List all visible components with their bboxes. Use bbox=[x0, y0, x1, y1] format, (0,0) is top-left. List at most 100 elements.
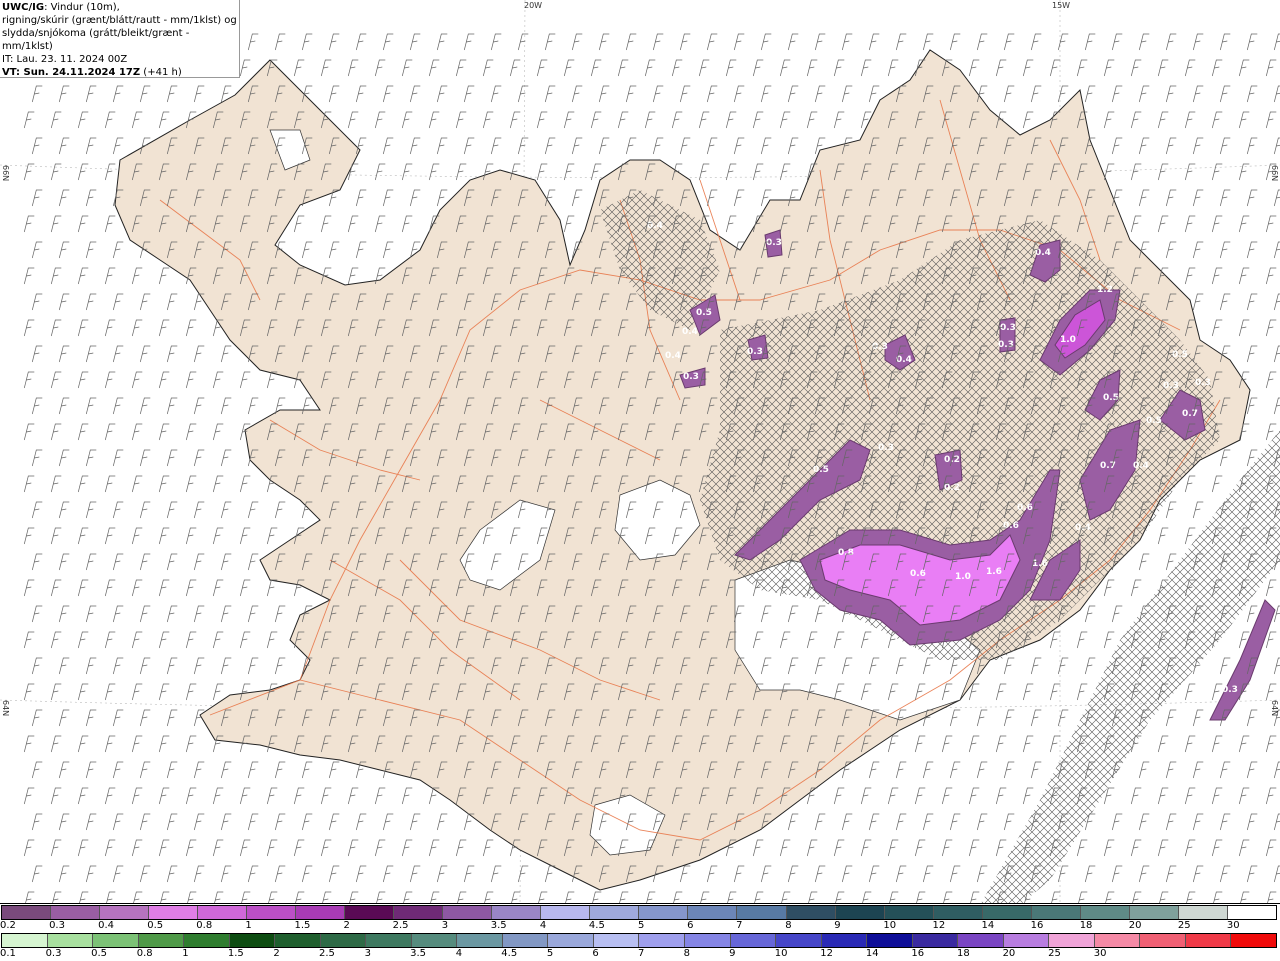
legend-swatch bbox=[1140, 934, 1186, 947]
legend-swatch bbox=[457, 934, 503, 947]
legend-label: 4.5 bbox=[501, 948, 518, 959]
weather-map: 0.4 0.3 0.4 1.2 0.5 0.4 0.3 0.3 0.3 0.4 … bbox=[0, 0, 1280, 905]
precip-label: 0.5 bbox=[813, 465, 829, 475]
legend-swatch bbox=[593, 934, 640, 947]
legend-swatch bbox=[320, 934, 367, 947]
legend-swatch bbox=[1003, 934, 1050, 947]
legend-label: 0.2 bbox=[0, 920, 16, 931]
legend-swatch bbox=[443, 906, 493, 919]
legend-swatch bbox=[1231, 934, 1276, 947]
grid-label-15w: 15W bbox=[1052, 1, 1071, 10]
legend-swatch bbox=[639, 934, 685, 947]
legend-swatch bbox=[366, 934, 412, 947]
precip-label: 0.6 bbox=[910, 569, 926, 579]
legend-swatch bbox=[51, 906, 101, 919]
precip-label: 0.4 bbox=[896, 355, 912, 365]
legend-swatch bbox=[502, 934, 549, 947]
legend-label: 0.5 bbox=[91, 948, 108, 959]
legend-label: 30 bbox=[1093, 948, 1107, 959]
valid-time: VT: Sun. 24.11.2024 17Z bbox=[2, 67, 141, 78]
legend-swatch bbox=[737, 906, 787, 919]
legend-swatch bbox=[1094, 934, 1141, 947]
legend-label: 0.8 bbox=[136, 948, 153, 959]
legend-swatch bbox=[1178, 906, 1228, 919]
legend-swatch bbox=[2, 934, 48, 947]
header-line1: : Vindur (10m), bbox=[44, 2, 120, 13]
precip-label: 0.5 bbox=[1172, 350, 1188, 360]
legend-swatch bbox=[1031, 906, 1081, 919]
legend-swatch bbox=[786, 906, 836, 919]
legend-label: 6 bbox=[687, 920, 694, 931]
grid-label-20w: 20W bbox=[524, 1, 543, 10]
snow-legend-row bbox=[1, 905, 1277, 920]
precip-label: 0.3 bbox=[1195, 378, 1211, 388]
legend-swatch bbox=[590, 906, 640, 919]
legend-swatch bbox=[492, 906, 542, 919]
legend-swatch bbox=[933, 906, 983, 919]
legend-swatch bbox=[1185, 934, 1232, 947]
legend-swatch bbox=[394, 906, 444, 919]
legend-swatch bbox=[229, 934, 276, 947]
legend-swatch bbox=[47, 934, 94, 947]
precip-label: 0.5 bbox=[696, 308, 712, 318]
precip-label: 1.0 bbox=[955, 572, 971, 582]
legend-label: 0.1 bbox=[0, 948, 16, 959]
legend-swatch bbox=[912, 934, 959, 947]
legend-label: 25 bbox=[1177, 920, 1191, 931]
legend-swatch bbox=[296, 906, 346, 919]
legend-label: 9 bbox=[729, 948, 736, 959]
precip-label: 0.7 bbox=[1100, 461, 1116, 471]
legend-swatch bbox=[275, 934, 321, 947]
legend-label: 25 bbox=[1048, 948, 1061, 959]
legend-label: 7 bbox=[638, 948, 645, 959]
legend-label: 2.5 bbox=[319, 948, 335, 959]
legend-swatch bbox=[1049, 934, 1095, 947]
legend-label: 4 bbox=[539, 920, 547, 931]
legend-label: 0.5 bbox=[147, 920, 164, 931]
precip-label: 0.6 bbox=[1017, 503, 1033, 513]
header-line2: rigning/skúrir (grænt/blátt/rautt - mm/1… bbox=[2, 15, 237, 26]
grid-label-left-64n: 64N bbox=[1, 700, 10, 717]
legend-label: 0.4 bbox=[98, 920, 115, 931]
precip-label: 0.6 bbox=[1003, 521, 1019, 531]
legend-label: 2.5 bbox=[392, 920, 409, 931]
legend-swatch bbox=[247, 906, 297, 919]
legend-label: 1.5 bbox=[227, 948, 244, 959]
legend-label: 3 bbox=[441, 920, 449, 931]
legend-label: 7 bbox=[736, 920, 743, 931]
legend-label: 1 bbox=[245, 920, 252, 931]
legend-label: 0.3 bbox=[49, 920, 65, 931]
precip-label: 0.3 bbox=[872, 342, 888, 352]
precip-label: 0.3 bbox=[747, 347, 763, 357]
legend-label: 4.5 bbox=[588, 920, 605, 931]
legend-label: 20 bbox=[1128, 920, 1142, 931]
legend-swatch bbox=[684, 934, 731, 947]
legend-swatch bbox=[93, 934, 139, 947]
legend-swatch bbox=[548, 934, 594, 947]
legend-label: 12 bbox=[932, 920, 946, 931]
issue-time: IT: Lau. 23. 11. 2024 00Z bbox=[2, 54, 128, 65]
legend-swatch bbox=[138, 934, 185, 947]
legend-swatch bbox=[198, 906, 248, 919]
legend-label: 5 bbox=[638, 920, 645, 931]
legend-label: 8 bbox=[683, 948, 690, 959]
legend-swatch bbox=[730, 934, 777, 947]
legend-swatch bbox=[1129, 906, 1179, 919]
legend-label: 3.5 bbox=[410, 948, 427, 959]
precip-label: 0.7 bbox=[1182, 409, 1198, 419]
precip-label: 0.4 bbox=[647, 221, 663, 231]
legend-swatch bbox=[100, 906, 150, 919]
grid-label-right-66n: 66N bbox=[1270, 165, 1279, 182]
legend-swatch bbox=[149, 906, 199, 919]
precip-label: 0.5 bbox=[1146, 416, 1162, 426]
precip-label: 1.0 bbox=[1060, 335, 1076, 345]
legend-label: 14 bbox=[865, 948, 879, 959]
model-name: UWC/IG bbox=[2, 2, 45, 13]
legend-label: 14 bbox=[981, 920, 995, 931]
legend-swatch bbox=[639, 906, 689, 919]
legend-label: 3 bbox=[364, 948, 371, 959]
legend-swatch bbox=[411, 934, 458, 947]
rain-legend-row bbox=[1, 933, 1277, 948]
legend-label: 4 bbox=[455, 948, 463, 959]
legend-label: 10 bbox=[883, 920, 897, 931]
